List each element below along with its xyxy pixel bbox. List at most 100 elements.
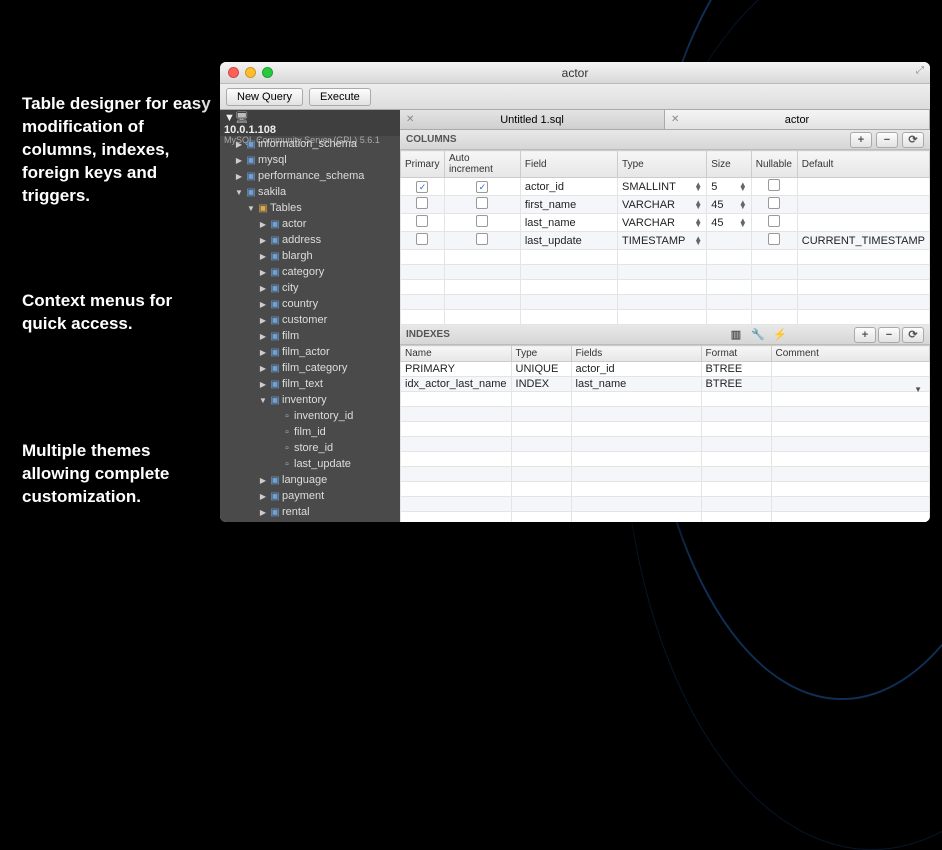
column-row[interactable] (401, 310, 930, 325)
table-node-film_category[interactable]: ▶▣film_category (220, 360, 400, 376)
column-row[interactable]: ✓ ✓ actor_idSMALLINT▲▼5▲▼ (401, 178, 930, 196)
size-cell[interactable]: 5▲▼ (707, 178, 752, 196)
field-cell[interactable]: first_name (520, 196, 617, 214)
field-cell[interactable]: actor_id (520, 178, 617, 196)
default-cell[interactable]: CURRENT_TIMESTAMP (797, 232, 929, 250)
field-cell[interactable]: last_name (520, 214, 617, 232)
column-row[interactable] (401, 280, 930, 295)
tables-folder[interactable]: ▼▣Tables (220, 200, 400, 216)
db-node-performance_schema[interactable]: ▶▣performance_schema (220, 168, 400, 184)
size-cell[interactable]: 45▲▼ (707, 214, 752, 232)
add-index-button[interactable]: + (854, 327, 876, 343)
col-header-autoinc[interactable]: Auto increment (444, 151, 520, 178)
columns-grid[interactable]: Primary Auto increment Field Type Size N… (400, 150, 930, 325)
col-header-field[interactable]: Field (520, 151, 617, 178)
close-tab-icon[interactable]: ✕ (406, 114, 414, 125)
indexes-grid[interactable]: Name Type Fields Format Comment PRIMARYU… (400, 345, 930, 522)
table-node-blargh[interactable]: ▶▣blargh (220, 248, 400, 264)
db-node-sakila[interactable]: ▼▣sakila (220, 184, 400, 200)
table-node-actor[interactable]: ▶▣actor (220, 216, 400, 232)
table-node-film_text[interactable]: ▶▣film_text (220, 376, 400, 392)
table-node-city[interactable]: ▶▣city (220, 280, 400, 296)
idx-header-comment[interactable]: Comment (771, 346, 929, 362)
column-row[interactable]: last_nameVARCHAR▲▼45▲▼ (401, 214, 930, 232)
new-query-button[interactable]: New Query (226, 88, 303, 106)
checkbox[interactable] (476, 215, 488, 227)
db-node-mysql[interactable]: ▶▣mysql (220, 152, 400, 168)
bars-icon[interactable]: ▥ (726, 327, 746, 343)
checkbox[interactable] (768, 233, 780, 245)
add-column-button[interactable]: + (850, 132, 872, 148)
column-node-film_id[interactable]: ▫film_id (220, 424, 400, 440)
index-row[interactable] (401, 482, 930, 497)
idx-header-type[interactable]: Type (511, 346, 571, 362)
checkbox[interactable] (768, 215, 780, 227)
table-node-rental[interactable]: ▶▣rental (220, 504, 400, 520)
checkbox[interactable] (768, 179, 780, 191)
col-header-nullable[interactable]: Nullable (751, 151, 797, 178)
table-node-payment[interactable]: ▶▣payment (220, 488, 400, 504)
checkbox[interactable] (416, 197, 428, 209)
column-row[interactable] (401, 295, 930, 310)
field-cell[interactable]: last_update (520, 232, 617, 250)
checkbox[interactable] (476, 197, 488, 209)
table-node-film[interactable]: ▶▣film (220, 328, 400, 344)
col-header-default[interactable]: Default (797, 151, 929, 178)
index-row[interactable] (401, 392, 930, 407)
default-cell[interactable] (797, 196, 929, 214)
column-node-inventory_id[interactable]: ▫inventory_id (220, 408, 400, 424)
index-row[interactable] (401, 422, 930, 437)
wrench-icon[interactable]: 🔧 (748, 327, 768, 343)
col-header-type[interactable]: Type (618, 151, 707, 178)
table-node-language[interactable]: ▶▣language (220, 472, 400, 488)
type-cell[interactable]: VARCHAR▲▼ (618, 196, 707, 214)
execute-button[interactable]: Execute (309, 88, 371, 106)
type-cell[interactable]: SMALLINT▲▼ (618, 178, 707, 196)
size-cell[interactable] (707, 232, 752, 250)
index-row[interactable] (401, 407, 930, 422)
size-cell[interactable]: 45▲▼ (707, 196, 752, 214)
checkbox[interactable]: ✓ (416, 181, 428, 193)
checkbox[interactable] (416, 233, 428, 245)
table-node-category[interactable]: ▶▣category (220, 264, 400, 280)
remove-column-button[interactable]: − (876, 132, 898, 148)
checkbox[interactable] (768, 197, 780, 209)
col-header-size[interactable]: Size (707, 151, 752, 178)
refresh-indexes-button[interactable]: ⟳ (902, 327, 924, 343)
checkbox[interactable] (476, 233, 488, 245)
table-node-inventory[interactable]: ▼▣inventory (220, 392, 400, 408)
default-cell[interactable] (797, 214, 929, 232)
column-row[interactable] (401, 250, 930, 265)
bolt-icon[interactable]: ⚡ (770, 327, 790, 343)
index-row[interactable] (401, 467, 930, 482)
tab-actor[interactable]: ✕ actor (665, 110, 930, 129)
table-node-customer[interactable]: ▶▣customer (220, 312, 400, 328)
index-row[interactable] (401, 497, 930, 512)
remove-index-button[interactable]: − (878, 327, 900, 343)
server-node[interactable]: ▼🖥 10.0.1.108 MySQL Community Server (GP… (220, 110, 400, 136)
idx-header-fields[interactable]: Fields (571, 346, 701, 362)
refresh-columns-button[interactable]: ⟳ (902, 132, 924, 148)
tab-untitled[interactable]: ✕ Untitled 1.sql (400, 110, 665, 129)
index-row[interactable] (401, 437, 930, 452)
type-cell[interactable]: VARCHAR▲▼ (618, 214, 707, 232)
type-cell[interactable]: TIMESTAMP▲▼ (618, 232, 707, 250)
table-node-country[interactable]: ▶▣country (220, 296, 400, 312)
column-node-last_update[interactable]: ▫last_update (220, 456, 400, 472)
index-row[interactable]: PRIMARYUNIQUEactor_idBTREE (401, 362, 930, 377)
column-row[interactable]: last_updateTIMESTAMP▲▼ CURRENT_TIMESTAMP (401, 232, 930, 250)
column-node-store_id[interactable]: ▫store_id (220, 440, 400, 456)
checkbox[interactable] (416, 215, 428, 227)
table-node-address[interactable]: ▶▣address (220, 232, 400, 248)
checkbox[interactable]: ✓ (476, 181, 488, 193)
column-row[interactable]: first_nameVARCHAR▲▼45▲▼ (401, 196, 930, 214)
index-row[interactable] (401, 512, 930, 523)
idx-header-name[interactable]: Name (401, 346, 512, 362)
close-tab-icon[interactable]: ✕ (671, 114, 679, 125)
table-node-staff[interactable]: ▶▣staff (220, 520, 400, 522)
col-header-primary[interactable]: Primary (401, 151, 445, 178)
column-row[interactable] (401, 265, 930, 280)
index-row[interactable] (401, 452, 930, 467)
default-cell[interactable] (797, 178, 929, 196)
index-row[interactable]: idx_actor_last_nameINDEXlast_nameBTREE (401, 377, 930, 392)
